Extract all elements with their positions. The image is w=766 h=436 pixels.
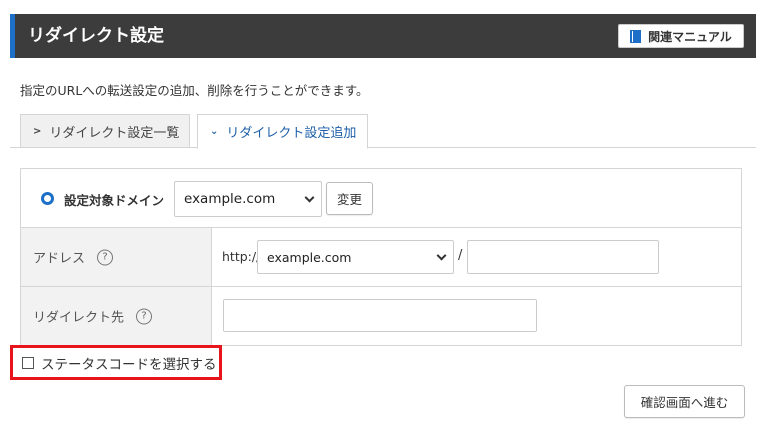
redirect-row: リダイレクト先 ? <box>21 287 741 345</box>
help-icon[interactable]: ? <box>136 308 153 324</box>
redirect-form: 設定対象ドメイン example.com 変更 アドレス ? http:// e… <box>20 168 742 346</box>
address-label-text: アドレス <box>33 251 86 267</box>
redirect-target-input[interactable] <box>223 299 537 332</box>
chevron-down-icon <box>436 250 447 261</box>
tab-redirect-add[interactable]: ⌄ リダイレクト設定追加 <box>197 114 368 149</box>
domain-select-value: example.com <box>184 191 276 207</box>
address-domain-value: example.com <box>267 249 352 265</box>
status-code-label[interactable]: ステータスコードを選択する <box>41 353 217 373</box>
status-code-highlight: ステータスコードを選択する <box>10 345 222 380</box>
tab-label: リダイレクト設定一覧 <box>49 125 180 141</box>
domain-select[interactable]: example.com <box>174 181 322 217</box>
address-label: アドレス ? <box>33 248 114 267</box>
address-path-input[interactable] <box>467 240 659 274</box>
chevron-down-icon <box>304 192 315 203</box>
related-manual-button[interactable]: 関連マニュアル <box>618 24 744 48</box>
redirect-label-cell: リダイレクト先 ? <box>21 287 212 345</box>
http-prefix: http:// <box>222 249 261 264</box>
page-title: リダイレクト設定 <box>28 26 164 46</box>
change-domain-button[interactable]: 変更 <box>326 182 373 215</box>
tab-redirect-list[interactable]: > リダイレクト設定一覧 <box>20 114 190 148</box>
page-header: リダイレクト設定 関連マニュアル <box>10 14 756 58</box>
help-icon[interactable]: ? <box>97 249 114 265</box>
page-description: 指定のURLへの転送設定の追加、削除を行うことができます。 <box>20 83 369 98</box>
chevron-down-icon: ⌄ <box>210 126 219 137</box>
tab-label: リダイレクト設定追加 <box>226 126 357 141</box>
path-separator: / <box>458 248 463 263</box>
header-accent-bar <box>10 14 15 58</box>
status-code-checkbox[interactable] <box>22 356 34 369</box>
address-row: アドレス ? http:// example.com / <box>21 228 741 287</box>
address-domain-select[interactable]: example.com <box>257 240 454 274</box>
book-icon <box>630 29 642 43</box>
domain-radio-button[interactable] <box>41 192 54 205</box>
redirect-label-text: リダイレクト先 <box>33 310 125 326</box>
address-label-cell: アドレス ? <box>21 228 212 286</box>
chevron-right-icon: > <box>33 125 42 137</box>
domain-row: 設定対象ドメイン example.com 変更 <box>21 169 741 228</box>
proceed-to-confirm-button[interactable]: 確認画面へ進む <box>624 385 745 418</box>
domain-label: 設定対象ドメイン <box>64 193 165 208</box>
redirect-label: リダイレクト先 ? <box>33 307 153 326</box>
related-manual-label: 関連マニュアル <box>648 29 732 44</box>
